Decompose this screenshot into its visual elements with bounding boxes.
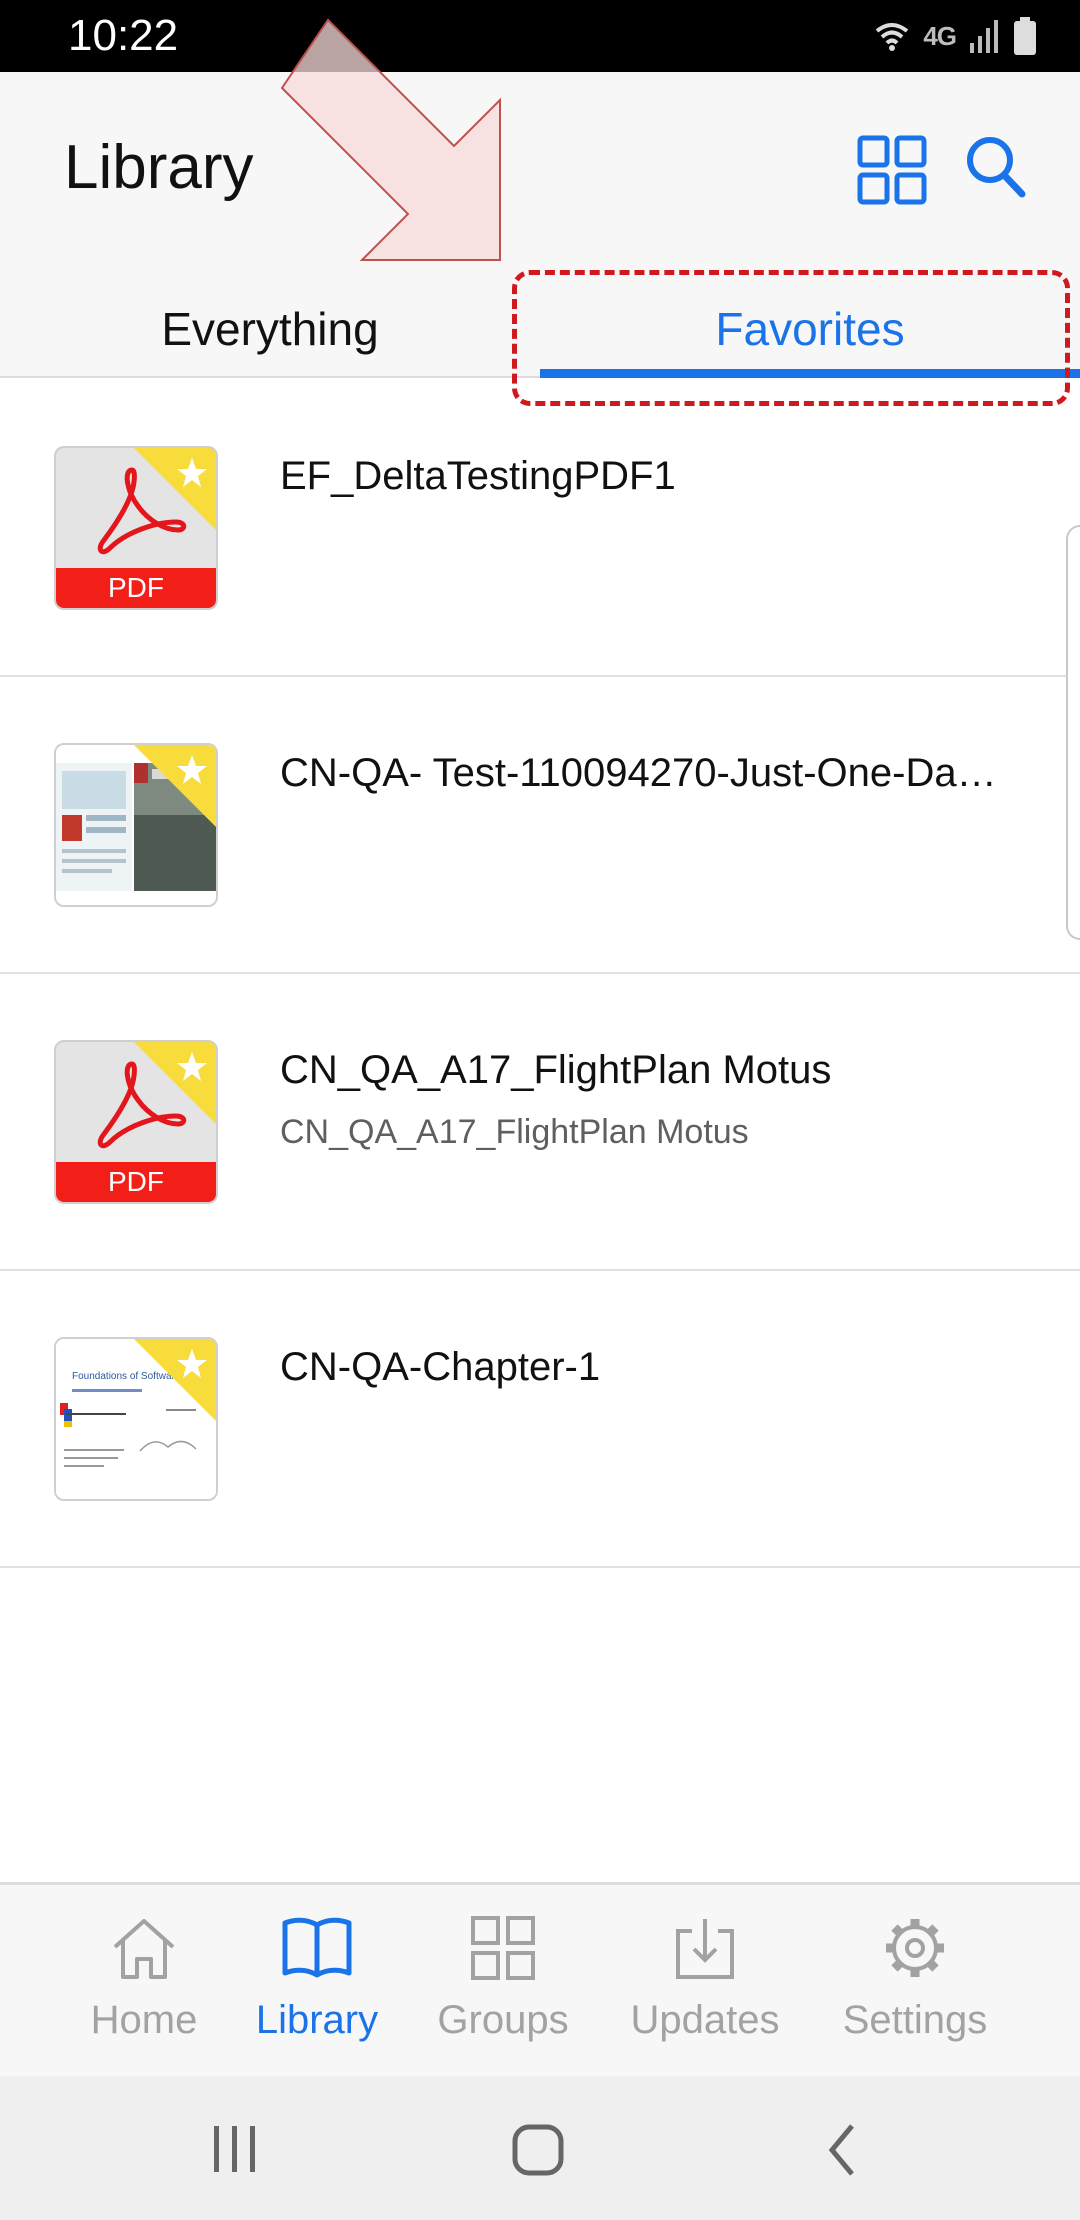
search-icon <box>967 137 1026 198</box>
pdf-thumbnail: PDF <box>54 1040 218 1204</box>
favorite-star-icon <box>134 745 216 827</box>
document-list: PDF EF_DeltaTestingPDF1 CN-QA- Test-1100… <box>0 380 1080 1568</box>
status-bar: 10:22 4G <box>0 0 1080 72</box>
nav-groups-label: Groups <box>437 1998 569 2042</box>
document-title: EF_DeltaTestingPDF1 <box>280 454 676 498</box>
favorite-star-icon <box>134 1042 216 1124</box>
slide-thumbnail: Foundations of Software Tes <box>54 1337 218 1501</box>
signal-icon <box>970 20 998 53</box>
status-icons: 4G <box>875 14 1036 58</box>
tab-everything[interactable]: Everything <box>0 270 540 378</box>
status-time: 10:22 <box>68 11 179 60</box>
home-button-icon[interactable] <box>508 2112 568 2188</box>
document-title: CN-QA- Test-110094270-Just-One-Da… <box>280 751 997 795</box>
pdf-thumbnail: PDF <box>54 446 218 610</box>
magazine-thumbnail <box>54 743 218 907</box>
back-icon[interactable] <box>822 2112 862 2188</box>
nav-library[interactable]: Library <box>236 1885 398 2079</box>
focus-highlight-annotation <box>512 270 1070 406</box>
list-item[interactable]: PDF EF_DeltaTestingPDF1 <box>0 380 1080 677</box>
recent-apps-icon[interactable] <box>210 2112 260 2188</box>
pdf-label: PDF <box>56 1162 216 1202</box>
list-item[interactable]: Foundations of Software Tes CN-QA-Chapte… <box>0 1271 1080 1568</box>
groups-icon <box>471 1916 535 1980</box>
favorite-star-icon <box>134 448 216 530</box>
gear-icon <box>886 1919 944 1977</box>
nav-home[interactable]: Home <box>72 1885 216 2079</box>
nav-library-label: Library <box>255 1998 379 2042</box>
list-item[interactable]: CN-QA- Test-110094270-Just-One-Da… <box>0 677 1080 974</box>
nav-updates-label: Updates <box>630 1998 780 2042</box>
grid-view-button[interactable] <box>856 134 928 206</box>
nav-updates[interactable]: Updates <box>614 1885 796 2079</box>
pointer-arrow-annotation <box>280 18 501 261</box>
book-icon <box>282 1917 352 1978</box>
wifi-icon <box>876 23 909 51</box>
scroll-handle[interactable] <box>1066 525 1080 940</box>
search-button[interactable] <box>964 132 1028 202</box>
system-nav-bar <box>0 2076 1080 2220</box>
document-title: CN_QA_A17_FlightPlan Motus <box>280 1048 832 1092</box>
list-item[interactable]: PDF CN_QA_A17_FlightPlan Motus CN_QA_A17… <box>0 974 1080 1271</box>
page-title: Library <box>64 133 254 202</box>
nav-settings[interactable]: Settings <box>820 1885 1010 2079</box>
document-title: CN-QA-Chapter-1 <box>280 1345 601 1389</box>
grid-view-icon <box>857 135 927 205</box>
network-label: 4G <box>923 20 957 51</box>
nav-home-label: Home <box>90 1998 198 2042</box>
pdf-label: PDF <box>56 568 216 608</box>
home-icon <box>113 1919 175 1979</box>
nav-groups[interactable]: Groups <box>420 1885 586 2079</box>
bottom-nav: Home Library Groups Updates Settings <box>0 1882 1080 2076</box>
battery-icon <box>1014 17 1036 55</box>
nav-settings-label: Settings <box>842 1998 988 2042</box>
favorite-star-icon <box>134 1339 216 1421</box>
document-subtitle: CN_QA_A17_FlightPlan Motus <box>280 1113 749 1151</box>
download-icon <box>676 1919 734 1979</box>
